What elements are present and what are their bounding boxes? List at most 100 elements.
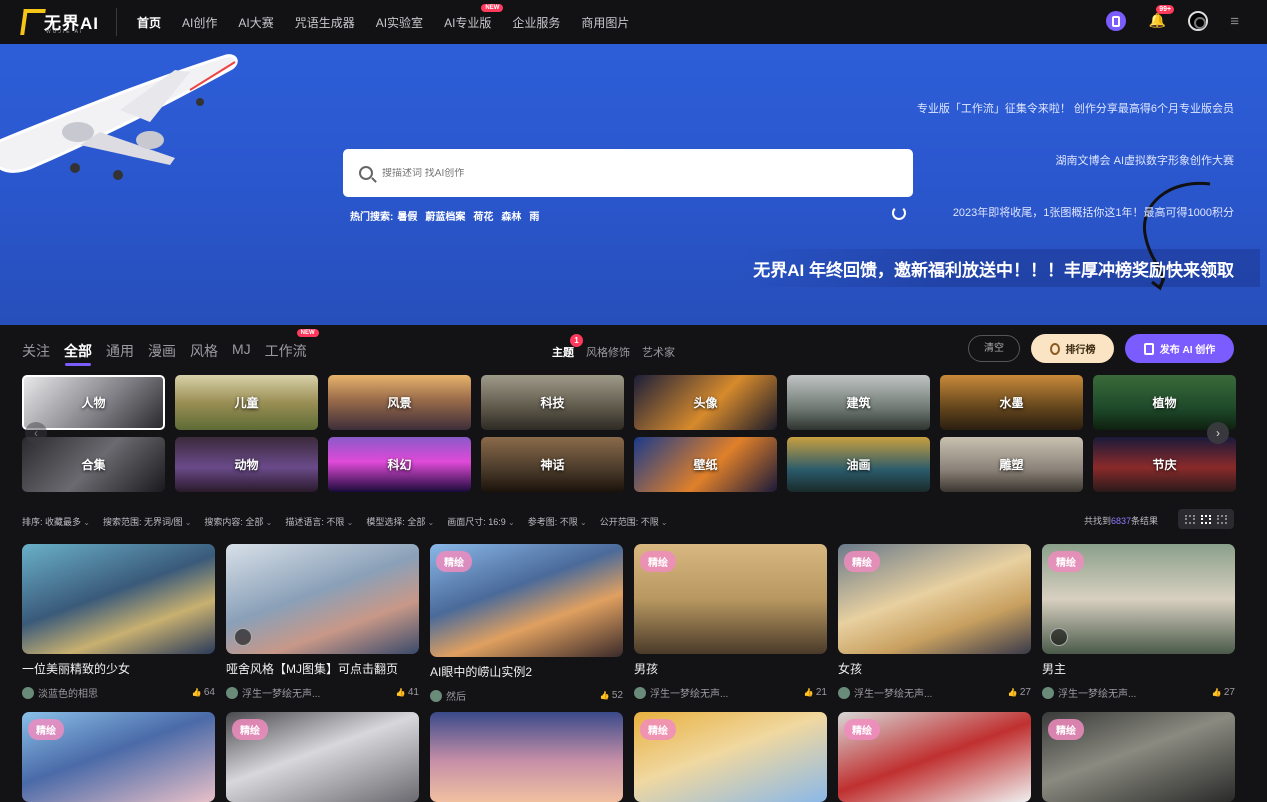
artwork-title[interactable]: 哑舍风格【MJ图集】可点击翻页 [226, 660, 419, 677]
hot-search-term[interactable]: 蔚蓝档案 [425, 208, 465, 223]
author-avatar[interactable] [22, 686, 34, 699]
artwork-card[interactable]: 精绘 [634, 712, 827, 802]
publish-button[interactable]: 发布 AI 创作 [1125, 334, 1234, 363]
tab-6[interactable]: 工作流 NEW [265, 329, 319, 361]
author[interactable]: 浮生一梦绘无声... [226, 685, 320, 700]
like-count[interactable]: 👍 52 [600, 690, 623, 701]
promo-link-year-review[interactable]: 2023年即将收尾，1张图概括你这1年！最高可得1000积分 [953, 204, 1234, 220]
author-name[interactable]: 浮生一梦绘无声... [1058, 685, 1136, 700]
tab-0[interactable]: 关注 [22, 341, 50, 361]
like-count[interactable]: 👍 41 [396, 687, 419, 698]
carousel-prev-arrow-icon[interactable]: ‹ [25, 422, 47, 444]
filter-dropdown-6[interactable]: 参考图: 不限 [528, 515, 587, 528]
like-count[interactable]: 👍 27 [1008, 687, 1031, 698]
category-tile-9[interactable]: 动物 [175, 437, 318, 492]
artwork-thumbnail[interactable]: 精绘 [430, 544, 623, 657]
artwork-title[interactable]: AI眼中的崂山实例2 [430, 663, 623, 680]
grid-small-icon[interactable] [1217, 514, 1227, 524]
artwork-title[interactable]: 一位美丽精致的少女 [22, 660, 215, 677]
clear-button[interactable]: 清空 [968, 335, 1020, 362]
tab-2[interactable]: 通用 [106, 341, 134, 361]
author-name[interactable]: 浮生一梦绘无声... [242, 685, 320, 700]
category-tile-4[interactable]: 头像 [634, 375, 777, 430]
artwork-thumbnail[interactable]: 精绘 [1042, 544, 1235, 654]
nav-item[interactable]: AI创作 [182, 14, 217, 31]
author-avatar[interactable] [1042, 686, 1054, 699]
nav-item[interactable]: 咒语生成器 [295, 14, 355, 31]
category-tile-0[interactable]: 人物 [22, 375, 165, 430]
artwork-thumbnail[interactable]: 精绘 [838, 544, 1031, 654]
artwork-thumbnail[interactable]: 精绘 [226, 712, 419, 802]
artwork-thumbnail[interactable]: 精绘 [1042, 712, 1235, 802]
nav-item[interactable]: 企业服务 [512, 14, 560, 31]
artwork-title[interactable]: 男主 [1042, 660, 1235, 677]
filter-dropdown-3[interactable]: 描述语言: 不限 [285, 515, 353, 528]
nav-item[interactable]: 商用图片 [581, 14, 629, 31]
author-name[interactable]: 然后 [446, 688, 466, 703]
filter-dropdown-1[interactable]: 搜索范围: 无界词/图 [103, 515, 191, 528]
like-count[interactable]: 👍 27 [1212, 687, 1235, 698]
user-avatar[interactable] [1188, 11, 1209, 31]
nav-item[interactable]: AI实验室 [376, 14, 423, 31]
artwork-title[interactable]: 女孩 [838, 660, 1031, 677]
author[interactable]: 淡蓝色的相思 [22, 685, 98, 700]
search-box[interactable] [343, 149, 913, 197]
artwork-thumbnail[interactable]: 精绘 [634, 712, 827, 802]
author[interactable]: 浮生一梦绘无声... [1042, 685, 1136, 700]
category-tile-15[interactable]: 节庆 [1093, 437, 1236, 492]
promo-link-workflow[interactable]: 专业版「工作流」征集令来啦！ 创作分享最高得6个月专业版会员 [917, 100, 1234, 116]
filter-dropdown-5[interactable]: 画面尺寸: 16:9 [447, 515, 514, 528]
menu-icon[interactable]: ≡ [1230, 13, 1239, 30]
hot-search-term[interactable]: 暑假 [397, 208, 417, 223]
tab-1[interactable]: 全部 [64, 341, 92, 366]
promo-link-contest[interactable]: 湖南文博会 AI虚拟数字形象创作大赛 [1056, 152, 1234, 168]
author[interactable]: 浮生一梦绘无声... [634, 685, 728, 700]
category-tile-13[interactable]: 油画 [787, 437, 930, 492]
like-count[interactable]: 👍 64 [192, 687, 215, 698]
hot-search-term[interactable]: 雨 [529, 208, 539, 223]
author-name[interactable]: 淡蓝色的相思 [38, 685, 98, 700]
author-avatar[interactable] [430, 689, 442, 702]
category-tile-1[interactable]: 儿童 [175, 375, 318, 430]
notification-bell-icon[interactable]: 🔔 99+ [1148, 5, 1175, 30]
nav-item[interactable]: AI大赛 [238, 14, 273, 31]
author-avatar[interactable] [634, 686, 646, 699]
author-name[interactable]: 浮生一梦绘无声... [650, 685, 728, 700]
artwork-card[interactable]: 精绘 [1042, 712, 1235, 802]
category-tile-14[interactable]: 雕塑 [940, 437, 1083, 492]
nav-item[interactable]: 首页 [137, 14, 161, 31]
category-tile-10[interactable]: 科幻 [328, 437, 471, 492]
category-tile-12[interactable]: 壁纸 [634, 437, 777, 492]
category-tile-3[interactable]: 科技 [481, 375, 624, 430]
artwork-card[interactable] [430, 712, 623, 802]
author[interactable]: 然后 [430, 688, 466, 703]
artwork-card[interactable]: 精绘 [838, 712, 1031, 802]
category-tile-11[interactable]: 神话 [481, 437, 624, 492]
like-count[interactable]: 👍 21 [804, 687, 827, 698]
topic-tab-1[interactable]: 风格修饰 [586, 344, 630, 360]
artwork-card[interactable]: 精绘 男孩 浮生一梦绘无声... 👍 21 [634, 544, 827, 700]
grid-large-icon[interactable] [1185, 514, 1195, 524]
artwork-card[interactable]: 精绘 [22, 712, 215, 802]
artwork-card[interactable]: 哑舍风格【MJ图集】可点击翻页浮生一梦绘无声... 👍 41 [226, 544, 419, 700]
artwork-card[interactable]: 精绘 AI眼中的崂山实例2 然后 👍 52 [430, 544, 623, 703]
vip-icon[interactable] [1106, 11, 1127, 31]
author-avatar[interactable] [838, 686, 850, 699]
category-tile-8[interactable]: 合集 [22, 437, 165, 492]
grid-medium-icon[interactable] [1201, 514, 1211, 524]
author[interactable]: 浮生一梦绘无声... [838, 685, 932, 700]
artwork-thumbnail[interactable] [226, 544, 419, 654]
topic-tab-0[interactable]: 主题 1 [552, 334, 583, 360]
tab-3[interactable]: 漫画 [148, 341, 176, 361]
filter-dropdown-2[interactable]: 搜索内容: 全部 [204, 515, 272, 528]
author-name[interactable]: 浮生一梦绘无声... [854, 685, 932, 700]
tab-5[interactable]: MJ [232, 341, 251, 361]
artwork-thumbnail[interactable]: 精绘 [634, 544, 827, 654]
author-avatar[interactable] [226, 686, 238, 699]
refresh-icon[interactable] [892, 206, 906, 220]
category-tile-2[interactable]: 风景 [328, 375, 471, 430]
ranking-button[interactable]: 排行榜 [1031, 334, 1114, 363]
artwork-card[interactable]: 精绘男主浮生一梦绘无声... 👍 27 [1042, 544, 1235, 700]
hot-search-term[interactable]: 森林 [501, 208, 521, 223]
category-tile-5[interactable]: 建筑 [787, 375, 930, 430]
